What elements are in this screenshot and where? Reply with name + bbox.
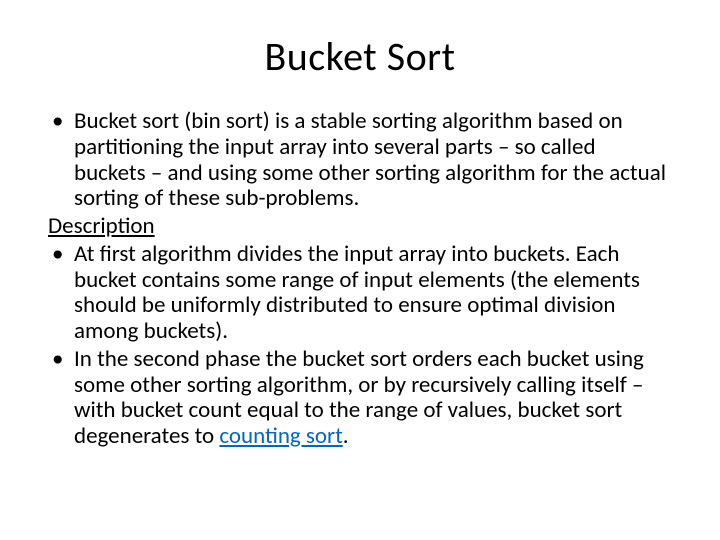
- description-label: Description: [48, 212, 155, 240]
- bullet-item-1: Bucket sort (bin sort) is a stable sorti…: [48, 109, 672, 212]
- bullet-3-text-pre: In the second phase the bucket sort orde…: [74, 345, 644, 450]
- slide-title: Bucket Sort: [48, 32, 672, 81]
- bullet-list: Bucket sort (bin sort) is a stable sorti…: [48, 109, 672, 450]
- bullet-item-2: At first algorithm divides the input arr…: [48, 242, 672, 345]
- slide-body: Bucket sort (bin sort) is a stable sorti…: [48, 109, 672, 450]
- description-heading: Description: [48, 214, 672, 240]
- bullet-item-3: In the second phase the bucket sort orde…: [48, 347, 672, 450]
- bullet-3-text-post: .: [343, 422, 349, 450]
- slide: Bucket Sort Bucket sort (bin sort) is a …: [0, 0, 720, 540]
- counting-sort-link[interactable]: counting sort: [219, 422, 342, 450]
